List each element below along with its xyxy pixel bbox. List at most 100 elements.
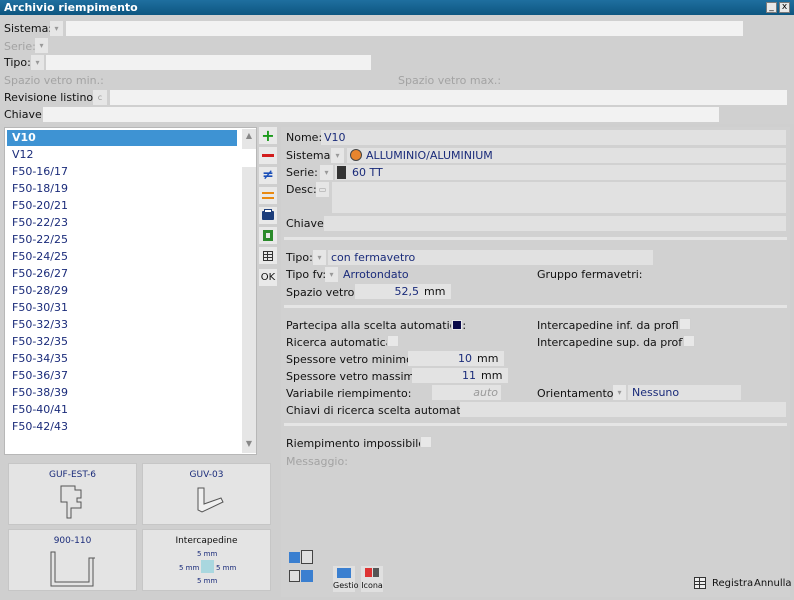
sistema-brand-icon	[350, 149, 362, 161]
spazio-value[interactable]: 52,5	[355, 284, 422, 299]
ricerca-checkbox[interactable]	[387, 335, 399, 347]
chiave-filter-label: Chiave:	[4, 108, 46, 121]
grid-icon[interactable]	[694, 577, 706, 589]
spess-min-value[interactable]: 10	[408, 351, 475, 366]
delete-icon[interactable]	[259, 147, 277, 164]
spess-min-unit: mm	[475, 351, 504, 366]
list-item[interactable]: F50-16/17	[7, 164, 237, 180]
sistema-dropdown[interactable]: ▾	[331, 148, 344, 163]
revisione-filter-label: Revisione listino:	[4, 91, 97, 104]
spazio-min-filter-label: Spazio vetro min.:	[4, 74, 104, 87]
partecipa-label: Partecipa alla scelta automatica:	[286, 319, 467, 332]
list-item[interactable]: V12	[7, 147, 237, 163]
chiavi-field[interactable]	[460, 402, 786, 417]
list-item[interactable]: F50-22/25	[7, 232, 237, 248]
dim-bottom: 5 mm	[197, 577, 218, 585]
list-item[interactable]: F50-32/33	[7, 317, 237, 333]
profile-guv-icon	[197, 487, 224, 513]
serie-field[interactable]	[335, 165, 786, 180]
sistema-filter-dropdown[interactable]: ▾	[50, 21, 63, 36]
desc-label: Desc:	[286, 183, 317, 196]
list-item[interactable]: F50-20/21	[7, 198, 237, 214]
list-item[interactable]: F50-22/23	[7, 215, 237, 231]
window-title: Archivio riempimento	[4, 1, 138, 14]
chiavi-label: Chiavi di ricerca scelta automatica:	[286, 404, 481, 417]
add-icon[interactable]: +	[259, 127, 277, 144]
gestio-label: Gestio	[333, 581, 359, 590]
orient-dropdown[interactable]: ▾	[613, 385, 626, 400]
list-item[interactable]: F50-38/39	[7, 385, 237, 401]
profile-thumbnails: GUF-EST-6 GUV-03 900-110 Intercapedine 5…	[4, 459, 277, 595]
icona-button[interactable]: Icona	[361, 566, 383, 592]
annulla-button[interactable]: Annulla	[754, 576, 792, 592]
minimize-button[interactable]: _	[766, 2, 777, 13]
nome-label: Nome:	[286, 131, 323, 144]
list-item[interactable]: F50-42/43	[7, 419, 237, 435]
revisione-filter-button[interactable]: c	[93, 90, 107, 105]
filter-panel: Sistema: ▾ Serie: ▾ Tipo: ▾ Spazio vetro…	[0, 15, 794, 124]
variabile-value[interactable]: auto	[432, 385, 501, 400]
riempimento-list[interactable]: V10 V12 F50-16/17 F50-18/19 F50-20/21 F5…	[4, 127, 493, 455]
scroll-thumb[interactable]	[242, 149, 256, 167]
tipo-filter-field[interactable]	[46, 55, 371, 70]
list-item[interactable]: F50-28/29	[7, 283, 237, 299]
detail-panel: Nome: V10 Sistema: ▾ ALLUMINIO/ALUMINIUM…	[281, 127, 792, 597]
tipo-dropdown[interactable]: ▾	[313, 250, 326, 265]
list-item[interactable]: F50-18/19	[7, 181, 237, 197]
impossibile-checkbox[interactable]	[420, 436, 432, 448]
chiave-filter-field[interactable]	[43, 107, 719, 122]
scroll-up-icon[interactable]: ▲	[242, 129, 256, 143]
serie-dropdown[interactable]: ▾	[320, 165, 333, 180]
spazio-max-filter-label: Spazio vetro max.:	[398, 74, 502, 87]
list-scrollbar[interactable]: ▲ 17 ▼	[242, 129, 493, 453]
print-icon[interactable]	[259, 207, 277, 224]
list-item[interactable]: V10	[7, 130, 237, 146]
thumbnail-guf-est-6[interactable]: GUF-EST-6	[8, 463, 137, 525]
serie-filter-label: Serie:	[4, 40, 36, 53]
registra-button[interactable]: Registra	[712, 576, 753, 592]
spazio-unit: mm	[422, 284, 451, 299]
sistema-filter-label: Sistema:	[4, 22, 53, 35]
tipo-filter-dropdown[interactable]: ▾	[31, 55, 44, 70]
separator	[284, 305, 787, 308]
revisione-filter-field[interactable]	[110, 90, 787, 105]
messaggio-label: Messaggio:	[286, 455, 348, 468]
equal-icon[interactable]	[259, 187, 277, 204]
list-item[interactable]: F50-30/31	[7, 300, 237, 316]
nome-value: V10	[324, 131, 346, 144]
table-icon[interactable]	[259, 247, 277, 264]
sistema-filter-field[interactable]	[66, 21, 743, 36]
scroll-down-icon[interactable]: ▼	[242, 437, 256, 451]
interc-inf-checkbox[interactable]	[679, 318, 691, 330]
partecipa-checkbox[interactable]	[451, 319, 463, 331]
close-button[interactable]: x	[779, 2, 790, 13]
gestio-button[interactable]: Gestio	[333, 566, 359, 592]
list-item[interactable]: F50-24/25	[7, 249, 237, 265]
export-icon[interactable]	[259, 227, 277, 244]
ok-button[interactable]: OK	[259, 269, 277, 286]
thumbnail-900-110[interactable]: 900-110	[8, 529, 137, 591]
spess-max-value[interactable]: 11	[412, 368, 479, 383]
not-equal-icon[interactable]: ≠	[259, 167, 277, 184]
desc-field[interactable]	[332, 182, 786, 213]
desc-lang-dropdown[interactable]: ▭	[316, 182, 329, 197]
serie-filter-dropdown[interactable]: ▾	[35, 38, 48, 53]
dim-right: 5 mm	[216, 564, 237, 572]
profile-assembly-icon[interactable]	[287, 548, 317, 588]
thumbnail-guv-03[interactable]: GUV-03	[142, 463, 271, 525]
list-item[interactable]: F50-26/27	[7, 266, 237, 282]
thumbnail-intercapedine[interactable]: Intercapedine 5 mm 5 mm 5 mm 5 mm	[142, 529, 271, 591]
thumbnail-label: Intercapedine	[175, 536, 238, 546]
nome-field[interactable]	[321, 130, 786, 145]
list-item[interactable]: F50-40/41	[7, 402, 237, 418]
list-item[interactable]: F50-34/35	[7, 351, 237, 367]
interc-sup-label: Intercapedine sup. da proflo:	[537, 336, 696, 349]
tipofv-dropdown[interactable]: ▾	[325, 267, 338, 282]
separator	[284, 237, 787, 240]
sistema-value: ALLUMINIO/ALUMINIUM	[366, 149, 493, 162]
interc-sup-checkbox[interactable]	[683, 335, 695, 347]
list-item[interactable]: F50-36/37	[7, 368, 237, 384]
list-item[interactable]: F50-32/35	[7, 334, 237, 350]
chiave-field[interactable]	[324, 216, 786, 231]
impossibile-label: Riempimento impossibile:	[286, 437, 429, 450]
